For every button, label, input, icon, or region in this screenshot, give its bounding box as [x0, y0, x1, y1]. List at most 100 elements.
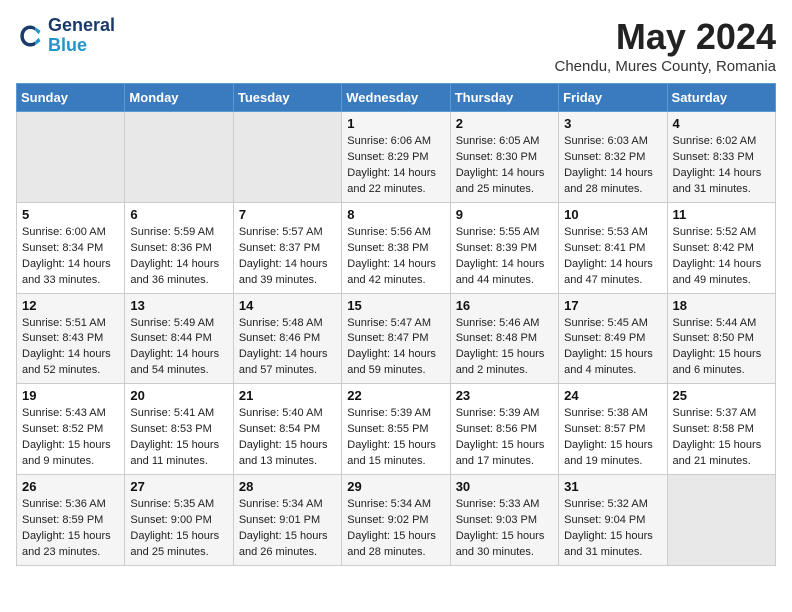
day-number: 16: [456, 298, 553, 313]
day-number: 28: [239, 479, 336, 494]
calendar-cell: 22 Sunrise: 5:39 AMSunset: 8:55 PMDayligh…: [342, 384, 450, 475]
day-number: 24: [564, 388, 661, 403]
cell-info: Sunrise: 5:45 AMSunset: 8:49 PMDaylight:…: [564, 316, 661, 380]
column-header-saturday: Saturday: [667, 84, 775, 112]
day-number: 21: [239, 388, 336, 403]
cell-info: Sunrise: 6:02 AMSunset: 8:33 PMDaylight:…: [673, 134, 770, 198]
day-number: 14: [239, 298, 336, 313]
cell-info: Sunrise: 5:47 AMSunset: 8:47 PMDaylight:…: [347, 316, 444, 380]
day-number: 15: [347, 298, 444, 313]
calendar-cell: 9 Sunrise: 5:55 AMSunset: 8:39 PMDaylight…: [450, 202, 558, 293]
day-number: 22: [347, 388, 444, 403]
calendar-cell: 19 Sunrise: 5:43 AMSunset: 8:52 PMDayligh…: [17, 384, 125, 475]
calendar-cell: 24Sunrise: 5:38 AMSunset: 8:57 PMDayligh…: [559, 384, 667, 475]
logo-icon: [16, 22, 44, 50]
calendar-cell: 23Sunrise: 5:39 AMSunset: 8:56 PMDayligh…: [450, 384, 558, 475]
column-header-tuesday: Tuesday: [233, 84, 341, 112]
calendar-week-row: 5 Sunrise: 6:00 AMSunset: 8:34 PMDaylight…: [17, 202, 776, 293]
cell-info: Sunrise: 5:56 AMSunset: 8:38 PMDaylight:…: [347, 225, 444, 289]
column-header-monday: Monday: [125, 84, 233, 112]
day-number: 30: [456, 479, 553, 494]
title-area: May 2024 Chendu, Mures County, Romania: [555, 16, 777, 75]
cell-info: Sunrise: 6:03 AMSunset: 8:32 PMDaylight:…: [564, 134, 661, 198]
day-number: 20: [130, 388, 227, 403]
calendar-cell: 27 Sunrise: 5:35 AMSunset: 9:00 PMDayligh…: [125, 475, 233, 566]
day-number: 27: [130, 479, 227, 494]
day-number: 6: [130, 207, 227, 222]
page-header: General Blue May 2024 Chendu, Mures Coun…: [16, 16, 776, 75]
calendar-cell: [125, 112, 233, 203]
cell-info: Sunrise: 5:46 AMSunset: 8:48 PMDaylight:…: [456, 316, 553, 380]
day-number: 3: [564, 116, 661, 131]
cell-info: Sunrise: 5:53 AMSunset: 8:41 PMDaylight:…: [564, 225, 661, 289]
day-number: 10: [564, 207, 661, 222]
day-number: 18: [673, 298, 770, 313]
calendar-cell: [233, 112, 341, 203]
day-number: 2: [456, 116, 553, 131]
cell-info: Sunrise: 5:44 AMSunset: 8:50 PMDaylight:…: [673, 316, 770, 380]
day-number: 9: [456, 207, 553, 222]
calendar-cell: 17Sunrise: 5:45 AMSunset: 8:49 PMDayligh…: [559, 293, 667, 384]
calendar-cell: 14Sunrise: 5:48 AMSunset: 8:46 PMDayligh…: [233, 293, 341, 384]
calendar-cell: 6 Sunrise: 5:59 AMSunset: 8:36 PMDaylight…: [125, 202, 233, 293]
column-header-thursday: Thursday: [450, 84, 558, 112]
calendar-cell: [17, 112, 125, 203]
column-header-sunday: Sunday: [17, 84, 125, 112]
cell-info: Sunrise: 5:55 AMSunset: 8:39 PMDaylight:…: [456, 225, 553, 289]
cell-info: Sunrise: 5:59 AMSunset: 8:36 PMDaylight:…: [130, 225, 227, 289]
cell-info: Sunrise: 5:35 AMSunset: 9:00 PMDaylight:…: [130, 497, 227, 561]
calendar-cell: 20 Sunrise: 5:41 AMSunset: 8:53 PMDayligh…: [125, 384, 233, 475]
calendar-week-row: 12Sunrise: 5:51 AMSunset: 8:43 PMDayligh…: [17, 293, 776, 384]
cell-info: Sunrise: 5:41 AMSunset: 8:53 PMDaylight:…: [130, 406, 227, 470]
cell-info: Sunrise: 5:43 AMSunset: 8:52 PMDaylight:…: [22, 406, 119, 470]
calendar-cell: 3 Sunrise: 6:03 AMSunset: 8:32 PMDaylight…: [559, 112, 667, 203]
day-number: 19: [22, 388, 119, 403]
calendar-cell: 13Sunrise: 5:49 AMSunset: 8:44 PMDayligh…: [125, 293, 233, 384]
cell-info: Sunrise: 5:49 AMSunset: 8:44 PMDaylight:…: [130, 316, 227, 380]
day-number: 29: [347, 479, 444, 494]
logo-line2: Blue: [48, 36, 115, 56]
logo: General Blue: [16, 16, 115, 56]
calendar-header-row: SundayMondayTuesdayWednesdayThursdayFrid…: [17, 84, 776, 112]
cell-info: Sunrise: 5:39 AMSunset: 8:55 PMDaylight:…: [347, 406, 444, 470]
day-number: 23: [456, 388, 553, 403]
cell-info: Sunrise: 6:00 AMSunset: 8:34 PMDaylight:…: [22, 225, 119, 289]
calendar-cell: 21 Sunrise: 5:40 AMSunset: 8:54 PMDayligh…: [233, 384, 341, 475]
day-number: 1: [347, 116, 444, 131]
calendar-cell: 11 Sunrise: 5:52 AMSunset: 8:42 PMDayligh…: [667, 202, 775, 293]
cell-info: Sunrise: 5:37 AMSunset: 8:58 PMDaylight:…: [673, 406, 770, 470]
cell-info: Sunrise: 5:33 AMSunset: 9:03 PMDaylight:…: [456, 497, 553, 561]
calendar-week-row: 19 Sunrise: 5:43 AMSunset: 8:52 PMDayligh…: [17, 384, 776, 475]
calendar-cell: 26Sunrise: 5:36 AMSunset: 8:59 PMDayligh…: [17, 475, 125, 566]
cell-info: Sunrise: 5:32 AMSunset: 9:04 PMDaylight:…: [564, 497, 661, 561]
cell-info: Sunrise: 5:51 AMSunset: 8:43 PMDaylight:…: [22, 316, 119, 380]
cell-info: Sunrise: 5:52 AMSunset: 8:42 PMDaylight:…: [673, 225, 770, 289]
cell-info: Sunrise: 6:06 AMSunset: 8:29 PMDaylight:…: [347, 134, 444, 198]
calendar-cell: 31 Sunrise: 5:32 AMSunset: 9:04 PMDayligh…: [559, 475, 667, 566]
calendar-cell: 15 Sunrise: 5:47 AMSunset: 8:47 PMDayligh…: [342, 293, 450, 384]
day-number: 11: [673, 207, 770, 222]
calendar-cell: 25Sunrise: 5:37 AMSunset: 8:58 PMDayligh…: [667, 384, 775, 475]
calendar-week-row: 26Sunrise: 5:36 AMSunset: 8:59 PMDayligh…: [17, 475, 776, 566]
calendar-cell: 18 Sunrise: 5:44 AMSunset: 8:50 PMDayligh…: [667, 293, 775, 384]
cell-info: Sunrise: 5:34 AMSunset: 9:01 PMDaylight:…: [239, 497, 336, 561]
calendar-cell: 12Sunrise: 5:51 AMSunset: 8:43 PMDayligh…: [17, 293, 125, 384]
column-header-friday: Friday: [559, 84, 667, 112]
logo-line1: General: [48, 16, 115, 36]
day-number: 31: [564, 479, 661, 494]
calendar-cell: 5 Sunrise: 6:00 AMSunset: 8:34 PMDaylight…: [17, 202, 125, 293]
day-number: 7: [239, 207, 336, 222]
location-subtitle: Chendu, Mures County, Romania: [555, 58, 777, 75]
calendar-week-row: 1 Sunrise: 6:06 AMSunset: 8:29 PMDaylight…: [17, 112, 776, 203]
calendar-cell: 16 Sunrise: 5:46 AMSunset: 8:48 PMDayligh…: [450, 293, 558, 384]
cell-info: Sunrise: 5:40 AMSunset: 8:54 PMDaylight:…: [239, 406, 336, 470]
day-number: 4: [673, 116, 770, 131]
column-header-wednesday: Wednesday: [342, 84, 450, 112]
calendar-cell: 2 Sunrise: 6:05 AMSunset: 8:30 PMDaylight…: [450, 112, 558, 203]
cell-info: Sunrise: 5:57 AMSunset: 8:37 PMDaylight:…: [239, 225, 336, 289]
cell-info: Sunrise: 6:05 AMSunset: 8:30 PMDaylight:…: [456, 134, 553, 198]
calendar-cell: 8Sunrise: 5:56 AMSunset: 8:38 PMDaylight…: [342, 202, 450, 293]
cell-info: Sunrise: 5:34 AMSunset: 9:02 PMDaylight:…: [347, 497, 444, 561]
calendar-cell: 1 Sunrise: 6:06 AMSunset: 8:29 PMDaylight…: [342, 112, 450, 203]
day-number: 5: [22, 207, 119, 222]
